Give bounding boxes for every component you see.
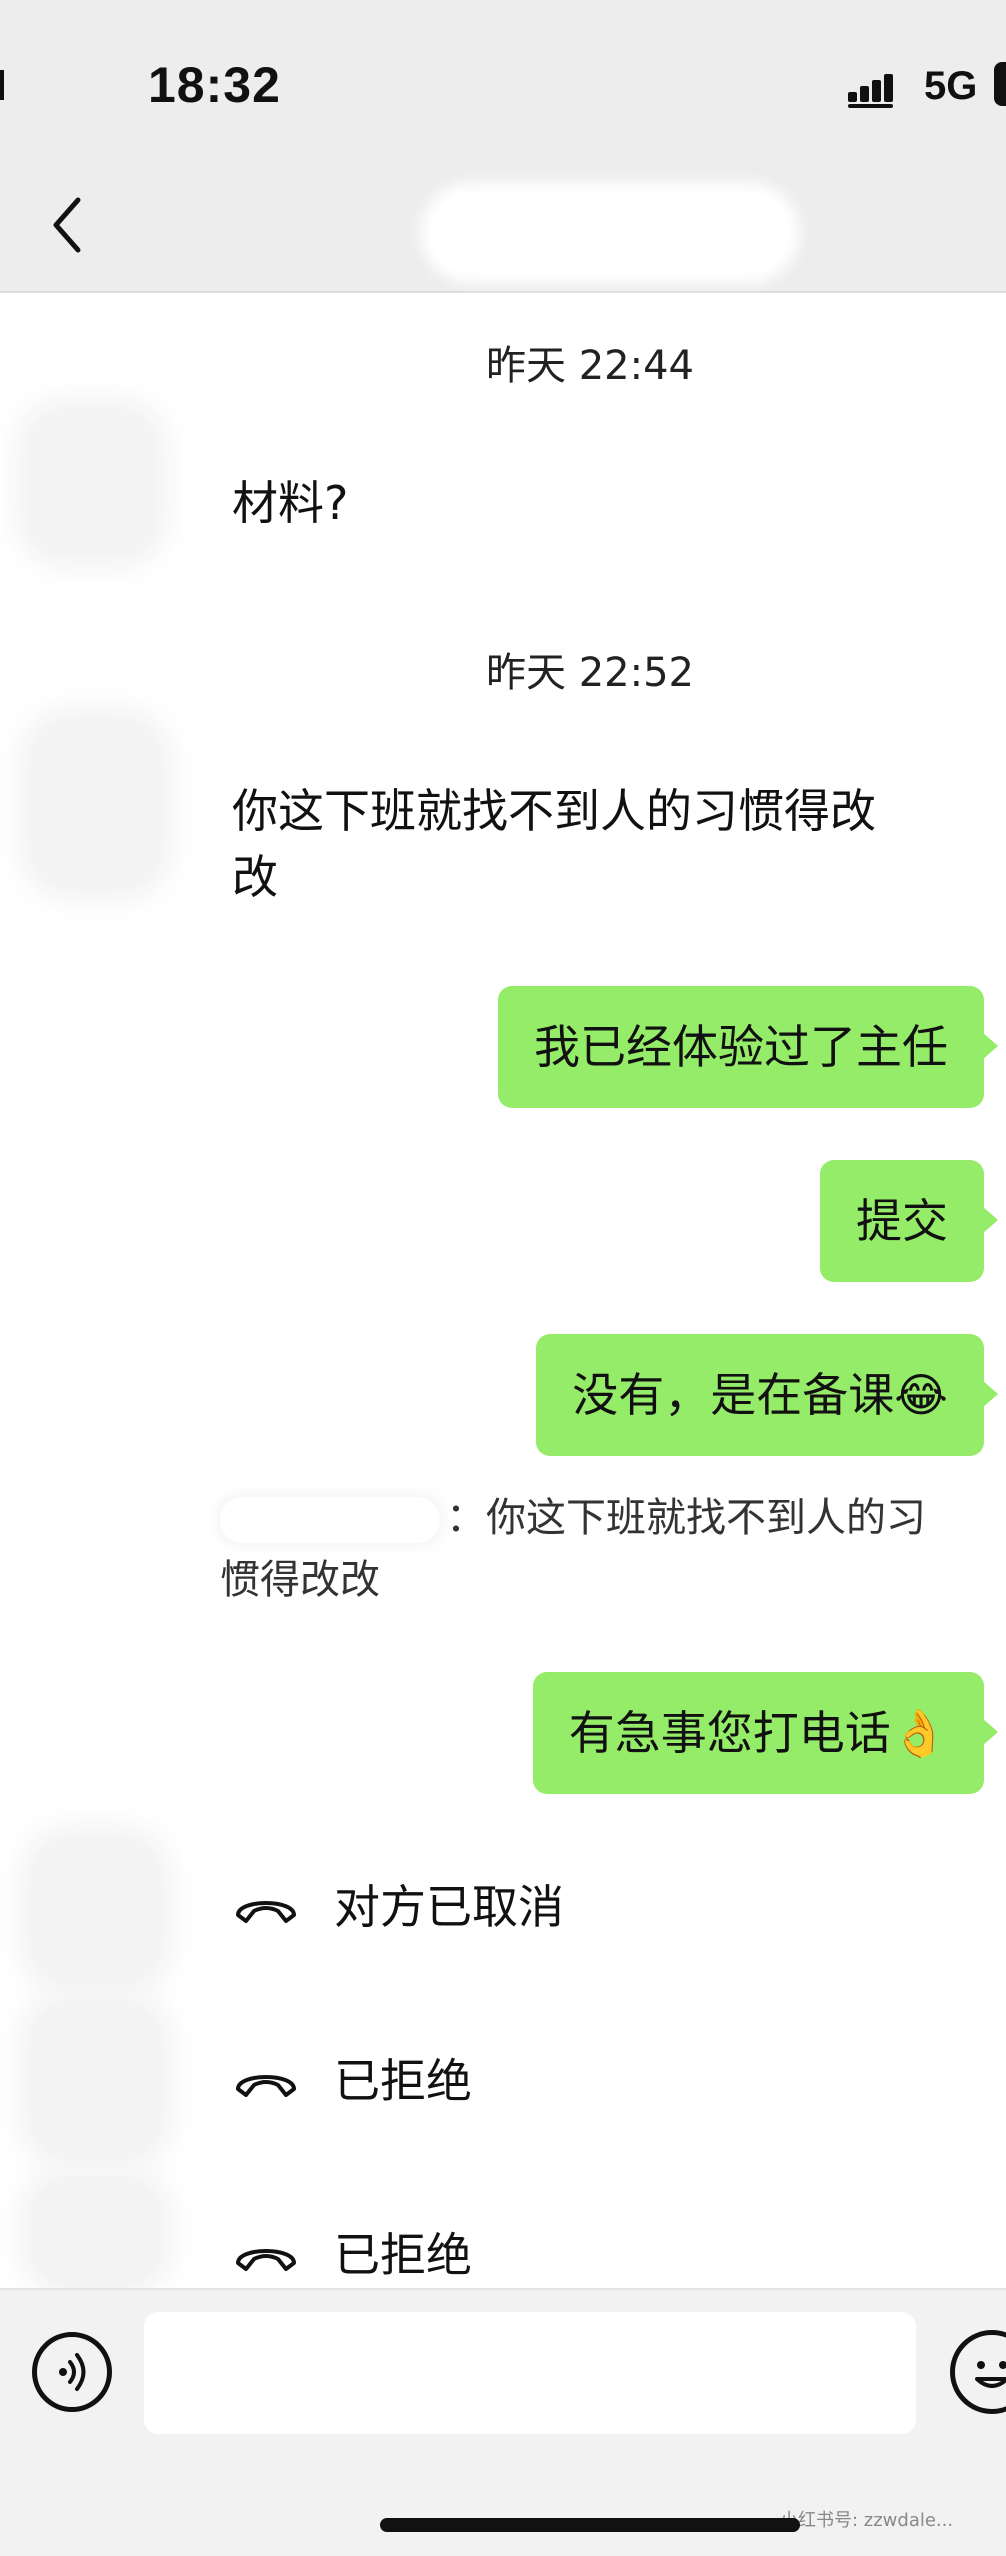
avatar[interactable]	[30, 718, 162, 890]
avatar[interactable]	[30, 2176, 162, 2288]
phone-hangup-icon	[236, 1901, 296, 1923]
quoted-message[interactable]: ：你这下班就找不到人的习 惯得改改	[220, 1487, 980, 1611]
chevron-left-icon[interactable]	[44, 190, 94, 260]
incoming-message-line: 改	[232, 850, 278, 904]
call-status: 对方已取消	[334, 1880, 564, 1934]
outgoing-message[interactable]: 提交	[820, 1160, 998, 1282]
incoming-message-line: 你这下班就找不到人的习惯得改	[232, 784, 876, 838]
message-timestamp: 昨天 22:52	[486, 650, 694, 696]
battery-icon	[994, 62, 1006, 106]
call-record[interactable]: 已拒绝	[232, 2046, 472, 2116]
quote-text: 你这下班就找不到人的习	[486, 1495, 926, 1541]
status-time: 18:32	[148, 57, 281, 113]
voice-input-icon[interactable]	[32, 2332, 112, 2412]
outgoing-message[interactable]: 我已经体验过了主任	[498, 986, 998, 1108]
call-status: 已拒绝	[334, 2054, 472, 2108]
phone-hangup-icon	[236, 2075, 296, 2097]
quoted-sender	[220, 1497, 440, 1543]
quote-separator: ：	[446, 1495, 486, 1541]
left-edge-indicator	[0, 70, 4, 100]
incoming-message[interactable]: 你这下班就找不到人的习惯得改 改	[232, 778, 876, 910]
outgoing-message[interactable]: 没有，是在备课😂	[536, 1334, 998, 1456]
phone-hangup-icon	[236, 2249, 296, 2271]
signal-bars-icon	[848, 74, 893, 108]
quote-text: 惯得改改	[220, 1557, 380, 1603]
avatar[interactable]	[30, 1836, 162, 1986]
incoming-message[interactable]: 材料?	[232, 470, 348, 536]
avatar[interactable]	[26, 408, 158, 558]
network-type: 5G	[924, 64, 978, 108]
chat-area[interactable]	[0, 293, 1006, 2288]
call-record[interactable]: 对方已取消	[232, 1872, 564, 1942]
message-input[interactable]	[144, 2312, 916, 2434]
message-timestamp: 昨天 22:44	[486, 343, 694, 389]
chat-title	[430, 192, 790, 274]
outgoing-message[interactable]: 有急事您打电话👌	[532, 1672, 999, 1794]
watermark: 小红书号: zzwdale...	[780, 2510, 954, 2531]
home-indicator[interactable]	[380, 2518, 800, 2532]
avatar[interactable]	[30, 2000, 162, 2160]
call-status: 已拒绝	[334, 2228, 472, 2282]
call-record[interactable]: 已拒绝	[232, 2220, 472, 2290]
